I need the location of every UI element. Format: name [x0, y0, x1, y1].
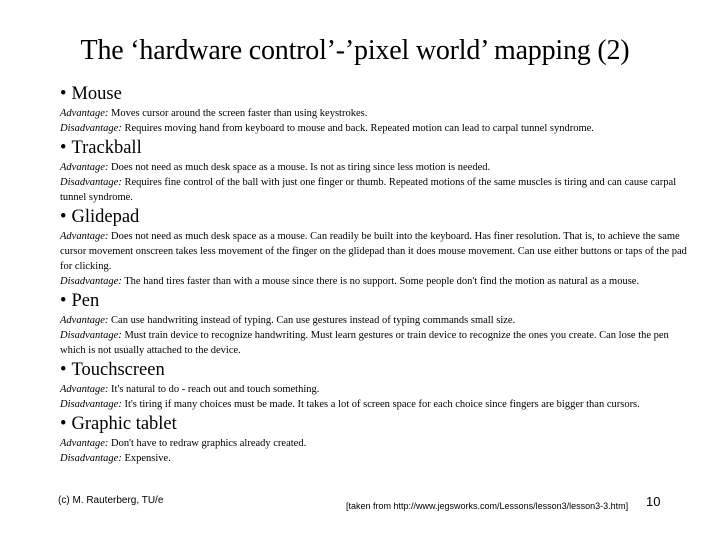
advantage-value: Can use handwriting instead of typing. C… [111, 315, 516, 326]
bullet-icon: • [60, 138, 67, 158]
advantage-value: Don't have to redraw graphics already cr… [111, 438, 307, 449]
slide-content: • Mouse Advantage: Moves cursor around th… [60, 82, 690, 466]
section-graphic-tablet: • Graphic tablet Advantage: Don't have to… [60, 412, 690, 466]
disadvantage-text: Disadvantage: Expensive. [60, 451, 690, 466]
section-heading: • Trackball [60, 136, 690, 160]
advantage-text: Advantage: It's natural to do - reach ou… [60, 382, 690, 397]
advantage-value: Does not need as much desk space as a mo… [60, 231, 687, 272]
advantage-text: Advantage: Can use handwriting instead o… [60, 313, 690, 328]
advantage-label: Advantage: [60, 438, 109, 449]
disadvantage-value: The hand tires faster than with a mouse … [124, 276, 640, 287]
disadvantage-text: Disadvantage: Requires fine control of t… [60, 175, 690, 205]
disadvantage-value: Requires fine control of the ball with j… [60, 177, 677, 203]
disadvantage-label: Disadvantage: [60, 123, 122, 134]
section-heading: • Touchscreen [60, 358, 690, 382]
section-trackball: • Trackball Advantage: Does not need as m… [60, 136, 690, 205]
section-heading: • Mouse [60, 82, 690, 106]
advantage-text: Advantage: Moves cursor around the scree… [60, 106, 690, 121]
disadvantage-label: Disadvantage: [60, 177, 122, 188]
disadvantage-value: It's tiring if many choices must be made… [124, 399, 640, 410]
disadvantage-text: Disadvantage: Requires moving hand from … [60, 121, 690, 136]
section-heading: • Graphic tablet [60, 412, 690, 436]
advantage-value: It's natural to do - reach out and touch… [111, 384, 320, 395]
disadvantage-text: Disadvantage: Must train device to recog… [60, 328, 690, 358]
copyright-footer: (c) M. Rauterberg, TU/e [58, 495, 164, 506]
heading-text: Pen [71, 291, 100, 311]
bullet-icon: • [60, 414, 67, 434]
source-citation: [taken from http://www.jegsworks.com/Les… [346, 501, 629, 511]
bullet-icon: • [60, 207, 67, 227]
disadvantage-label: Disadvantage: [60, 330, 122, 341]
disadvantage-value: Requires moving hand from keyboard to mo… [124, 123, 594, 134]
disadvantage-label: Disadvantage: [60, 399, 122, 410]
advantage-label: Advantage: [60, 231, 109, 242]
disadvantage-label: Disadvantage: [60, 453, 122, 464]
section-mouse: • Mouse Advantage: Moves cursor around th… [60, 82, 690, 136]
advantage-value: Moves cursor around the screen faster th… [111, 108, 368, 119]
advantage-text: Advantage: Does not need as much desk sp… [60, 229, 690, 274]
disadvantage-text: Disadvantage: The hand tires faster than… [60, 274, 690, 289]
slide-number: 10 [646, 494, 661, 509]
advantage-text: Advantage: Don't have to redraw graphics… [60, 436, 690, 451]
advantage-value: Does not need as much desk space as a mo… [111, 162, 491, 173]
heading-text: Glidepad [71, 207, 140, 227]
bullet-icon: • [60, 291, 67, 311]
disadvantage-label: Disadvantage: [60, 276, 122, 287]
bullet-icon: • [60, 84, 67, 104]
section-heading: • Pen [60, 289, 690, 313]
section-pen: • Pen Advantage: Can use handwriting inst… [60, 289, 690, 358]
section-glidepad: • Glidepad Advantage: Does not need as mu… [60, 205, 690, 289]
heading-text: Trackball [71, 138, 142, 158]
heading-text: Mouse [71, 84, 122, 104]
advantage-text: Advantage: Does not need as much desk sp… [60, 160, 690, 175]
section-heading: • Glidepad [60, 205, 690, 229]
disadvantage-value: Must train device to recognize handwriti… [60, 330, 669, 356]
slide-title: The ‘hardware control’-’pixel world’ map… [80, 35, 630, 66]
advantage-label: Advantage: [60, 384, 109, 395]
bullet-icon: • [60, 360, 67, 380]
disadvantage-value: Expensive. [124, 453, 171, 464]
advantage-label: Advantage: [60, 162, 109, 173]
heading-text: Graphic tablet [71, 414, 177, 434]
disadvantage-text: Disadvantage: It's tiring if many choice… [60, 397, 690, 412]
section-touchscreen: • Touchscreen Advantage: It's natural to … [60, 358, 690, 412]
heading-text: Touchscreen [71, 360, 165, 380]
advantage-label: Advantage: [60, 315, 109, 326]
advantage-label: Advantage: [60, 108, 109, 119]
